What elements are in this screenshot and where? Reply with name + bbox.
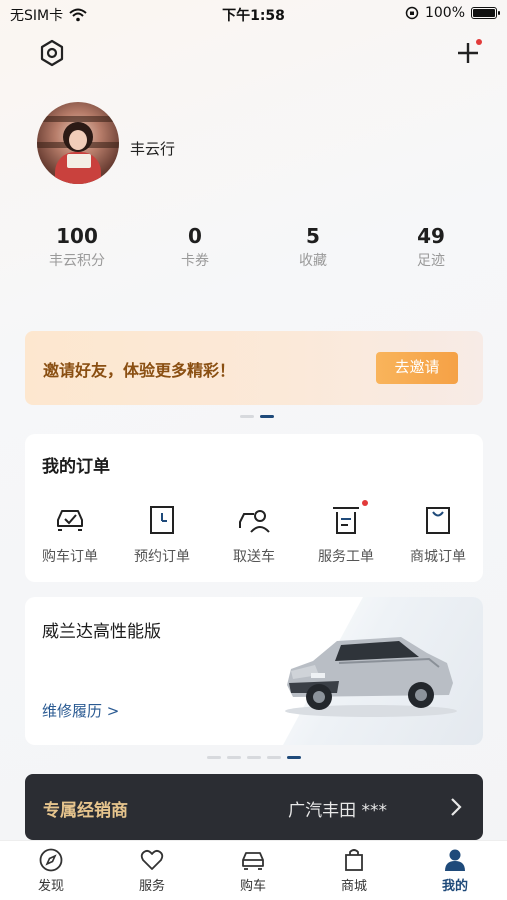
stat-favorites[interactable]: 5 收藏 [258, 222, 368, 272]
order-item-label: 商城订单 [410, 549, 466, 565]
tab-mine[interactable]: 我的 [420, 847, 490, 894]
maintenance-history-link[interactable]: 维修履历 > [42, 700, 119, 721]
orders-card: 我的订单 购车订单 预约订单 取送车 服务工单 商城订单 [25, 434, 483, 582]
pagination-dot-active [260, 415, 274, 418]
service-order-icon [333, 507, 359, 534]
invite-button[interactable]: 去邀请 [376, 352, 458, 384]
mall-order-icon [426, 507, 450, 534]
heart-icon [140, 849, 164, 870]
tab-label: 我的 [441, 879, 468, 894]
order-item-mall[interactable]: 商城订单 [393, 502, 483, 566]
stat-label: 足迹 [417, 253, 445, 269]
status-right: 100% [405, 5, 500, 21]
tab-buy-car[interactable]: 购车 [218, 847, 288, 894]
car-image [285, 637, 457, 717]
pagination-dot [247, 756, 261, 759]
pagination-dot [240, 415, 254, 418]
service-badge [362, 500, 368, 506]
settings-icon[interactable] [37, 38, 67, 68]
avatar[interactable] [37, 102, 119, 184]
orders-title: 我的订单 [42, 457, 110, 477]
order-item-appointment[interactable]: 预约订单 [117, 502, 207, 566]
order-item-pickup[interactable]: 取送车 [209, 502, 299, 566]
order-item-label: 服务工单 [318, 549, 374, 565]
pickup-delivery-icon [239, 510, 270, 533]
stat-history[interactable]: 49 足迹 [376, 222, 486, 272]
person-icon [445, 849, 465, 871]
tab-service[interactable]: 服务 [117, 847, 187, 894]
tab-label: 服务 [138, 879, 165, 894]
pagination-dot [207, 756, 221, 759]
shopping-bag-icon [345, 849, 363, 871]
car-icon [242, 852, 264, 870]
order-item-service[interactable]: 服务工单 [301, 500, 391, 566]
stats-row: 100 丰云积分 0 卡券 5 收藏 49 足迹 [0, 222, 507, 282]
order-item-label: 取送车 [233, 549, 275, 565]
tab-bar: 发现 服务 购车 商城 我的 [0, 840, 507, 900]
chevron-right-icon [451, 798, 462, 816]
stat-points[interactable]: 100 丰云积分 [22, 222, 132, 272]
compass-icon [39, 848, 63, 872]
stat-label: 卡券 [181, 253, 209, 269]
tab-label: 购车 [239, 879, 266, 894]
car-model-name: 威兰达高性能版 [42, 622, 161, 642]
pagination-dot [227, 756, 241, 759]
dealer-label: 专属经销商 [43, 801, 128, 821]
car-pagination [207, 756, 301, 759]
pagination-dot [267, 756, 281, 759]
tab-mall[interactable]: 商城 [319, 847, 389, 894]
car-card[interactable]: 威兰达高性能版 维修履历 > [25, 597, 483, 745]
battery-icon [471, 7, 500, 19]
tab-discover[interactable]: 发现 [16, 847, 86, 894]
order-item-car[interactable]: 购车订单 [25, 502, 115, 566]
order-item-label: 购车订单 [42, 549, 98, 565]
stat-value: 5 [306, 224, 320, 248]
stat-value: 49 [417, 224, 445, 248]
rotation-lock-icon [405, 6, 419, 20]
tab-label: 发现 [37, 879, 64, 894]
order-item-label: 预约订单 [134, 549, 190, 565]
status-bar: 无SIM卡 下午1:58 100% [0, 0, 507, 28]
stat-label: 丰云积分 [49, 253, 105, 269]
battery-percent: 100% [424, 5, 465, 21]
stat-coupons[interactable]: 0 卡券 [140, 222, 250, 272]
pagination-dot-active [287, 756, 301, 759]
invite-banner[interactable]: 邀请好友，体验更多精彩！ 去邀请 [25, 331, 483, 405]
appointment-order-icon [150, 506, 174, 534]
invite-text: 邀请好友，体验更多精彩！ [43, 361, 236, 380]
username[interactable]: 丰云行 [130, 138, 175, 159]
add-icon[interactable] [453, 38, 483, 68]
stat-value: 100 [56, 224, 98, 248]
tab-label: 商城 [340, 879, 367, 894]
dealer-bar[interactable]: 专属经销商 广汽丰田 *** [25, 774, 483, 840]
banner-pagination [240, 415, 274, 418]
car-order-icon [57, 510, 83, 531]
dealer-name: 广汽丰田 *** [288, 801, 387, 821]
stat-value: 0 [188, 224, 202, 248]
stat-label: 收藏 [299, 253, 327, 269]
